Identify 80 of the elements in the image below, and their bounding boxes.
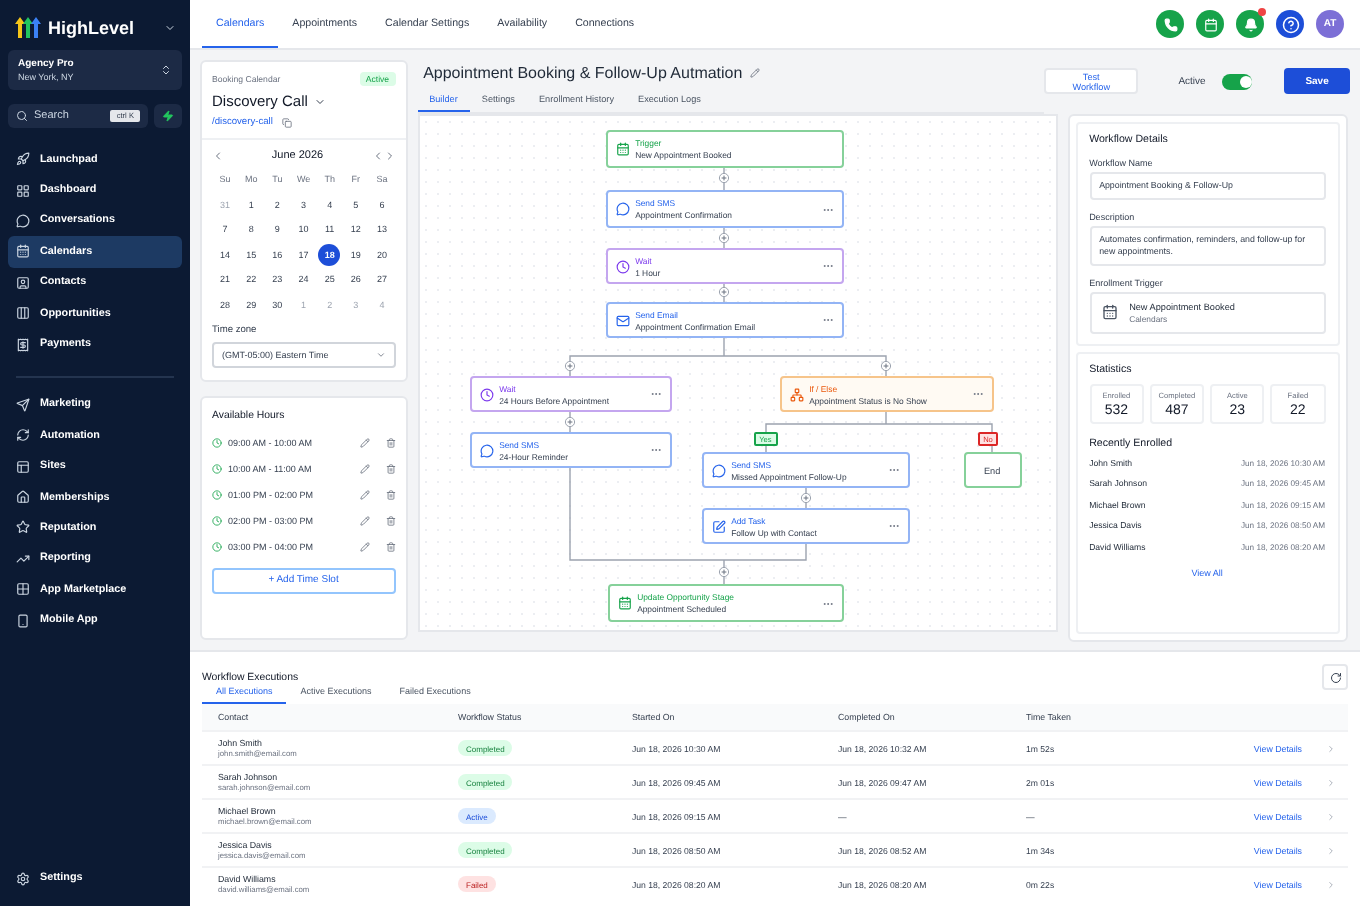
workflow-title: Appointment Booking & Follow-Up Autmation [423, 64, 743, 82]
chat-icon [711, 463, 726, 477]
chevron-down-icon[interactable] [164, 21, 176, 33]
phone-button[interactable] [1156, 10, 1184, 38]
edit-icon[interactable] [359, 437, 370, 447]
add-step-icon[interactable] [718, 172, 729, 184]
brand-name: HighLevel [48, 17, 137, 37]
add-step-icon[interactable] [564, 416, 575, 428]
chevron-down-icon[interactable] [313, 95, 326, 107]
bell-icon [1243, 17, 1257, 31]
house-icon [16, 490, 30, 505]
logo-icon [14, 16, 42, 38]
delete-icon[interactable] [385, 515, 396, 525]
chevron-right-icon[interactable] [383, 150, 396, 162]
add-step-icon[interactable] [880, 360, 891, 372]
chevron-right-icon[interactable] [1326, 777, 1336, 787]
calendar-icon [615, 142, 630, 156]
delete-icon[interactable] [385, 541, 396, 551]
clock-icon [212, 463, 222, 473]
star-icon [16, 520, 30, 535]
chevron-left-icon[interactable] [371, 150, 384, 162]
clock-icon [212, 489, 222, 499]
send-icon [16, 397, 30, 412]
edit-icon[interactable] [359, 541, 370, 551]
add-step-icon[interactable] [718, 286, 729, 298]
quick-action-button[interactable] [154, 104, 182, 128]
chevron-left-icon[interactable] [212, 150, 224, 162]
clock-icon [212, 515, 222, 525]
clock-icon [212, 541, 222, 551]
receipt-icon [16, 337, 30, 352]
lightning-icon [162, 110, 174, 122]
edit-icon[interactable] [359, 489, 370, 499]
add-step-icon[interactable] [718, 232, 729, 244]
contact-card-icon [16, 275, 30, 290]
clock-icon [212, 437, 222, 447]
refresh-button[interactable] [1322, 664, 1348, 690]
calendar-icon [617, 596, 632, 610]
calendar-icon [1203, 17, 1217, 31]
layout-icon [16, 459, 30, 474]
edit-icon [711, 519, 726, 533]
rocket-icon [16, 152, 30, 167]
mail-icon [615, 313, 630, 327]
chevron-down-icon [375, 349, 386, 359]
dashboard-icon [16, 183, 30, 198]
add-step-icon[interactable] [800, 492, 811, 504]
settings-icon [16, 871, 30, 886]
refresh-icon [1329, 671, 1341, 683]
chat-icon [479, 443, 494, 457]
clock-icon [479, 387, 494, 401]
columns-icon [16, 306, 30, 321]
branch-icon [789, 387, 804, 401]
add-step-icon[interactable] [564, 360, 575, 372]
notifications-button[interactable] [1236, 10, 1264, 38]
chat-icon [16, 213, 30, 228]
add-step-icon[interactable] [718, 566, 729, 578]
search-icon [16, 110, 28, 122]
chevron-right-icon[interactable] [1326, 811, 1336, 821]
edit-icon[interactable] [359, 463, 370, 473]
delete-icon[interactable] [385, 437, 396, 447]
chat-icon [615, 202, 630, 216]
grid-icon [16, 582, 30, 597]
active-toggle[interactable] [1221, 73, 1253, 89]
copy-icon[interactable] [282, 118, 293, 128]
calendar-icon [16, 244, 30, 259]
help-icon [1281, 15, 1299, 33]
refresh-icon [16, 428, 30, 443]
delete-icon[interactable] [385, 463, 396, 473]
trend-icon [16, 551, 30, 566]
chevron-right-icon[interactable] [1326, 845, 1336, 855]
chevron-right-icon[interactable] [1326, 743, 1336, 753]
help-button[interactable] [1276, 10, 1304, 38]
phone-icon [1163, 17, 1177, 31]
chevron-right-icon[interactable] [1326, 879, 1336, 889]
edit-icon[interactable] [750, 68, 761, 78]
delete-icon[interactable] [385, 489, 396, 499]
calendar-button[interactable] [1196, 10, 1224, 38]
edit-icon[interactable] [359, 515, 370, 525]
clock-icon [615, 259, 630, 273]
phone-device-icon [16, 613, 30, 628]
calendar-icon [1101, 304, 1118, 321]
